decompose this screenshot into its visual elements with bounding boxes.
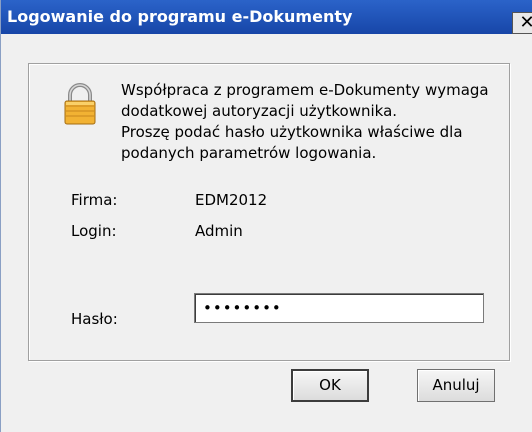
cancel-button[interactable]: Anuluj (417, 369, 495, 402)
ok-button[interactable]: OK (291, 369, 369, 402)
login-dialog: Logowanie do programu e-Dokumenty ✕ Wspó… (0, 0, 532, 432)
haslo-label: Hasło: (71, 310, 118, 328)
close-button[interactable]: ✕ (512, 12, 532, 34)
message-line-2: dodatkowej autoryzacji użytkownika. (121, 102, 398, 120)
firma-label: Firma: (71, 191, 118, 209)
message-line-1: Współpraca z programem e-Dokumenty wymag… (121, 81, 489, 99)
window-title: Logowanie do programu e-Dokumenty (7, 7, 353, 26)
title-bar[interactable]: Logowanie do programu e-Dokumenty ✕ (1, 0, 532, 34)
message-line-4: podanych parametrów logowania. (121, 144, 377, 162)
close-icon: ✕ (519, 12, 532, 33)
message-line-3: Proszę podać hasło użytkownika właściwe … (121, 123, 463, 141)
password-field[interactable] (194, 293, 484, 323)
padlock-icon (64, 83, 96, 125)
login-value: Admin (195, 222, 243, 240)
authorization-message: Współpraca z programem e-Dokumenty wymag… (121, 80, 511, 164)
firma-value: EDM2012 (195, 191, 268, 209)
login-label: Login: (71, 222, 117, 240)
